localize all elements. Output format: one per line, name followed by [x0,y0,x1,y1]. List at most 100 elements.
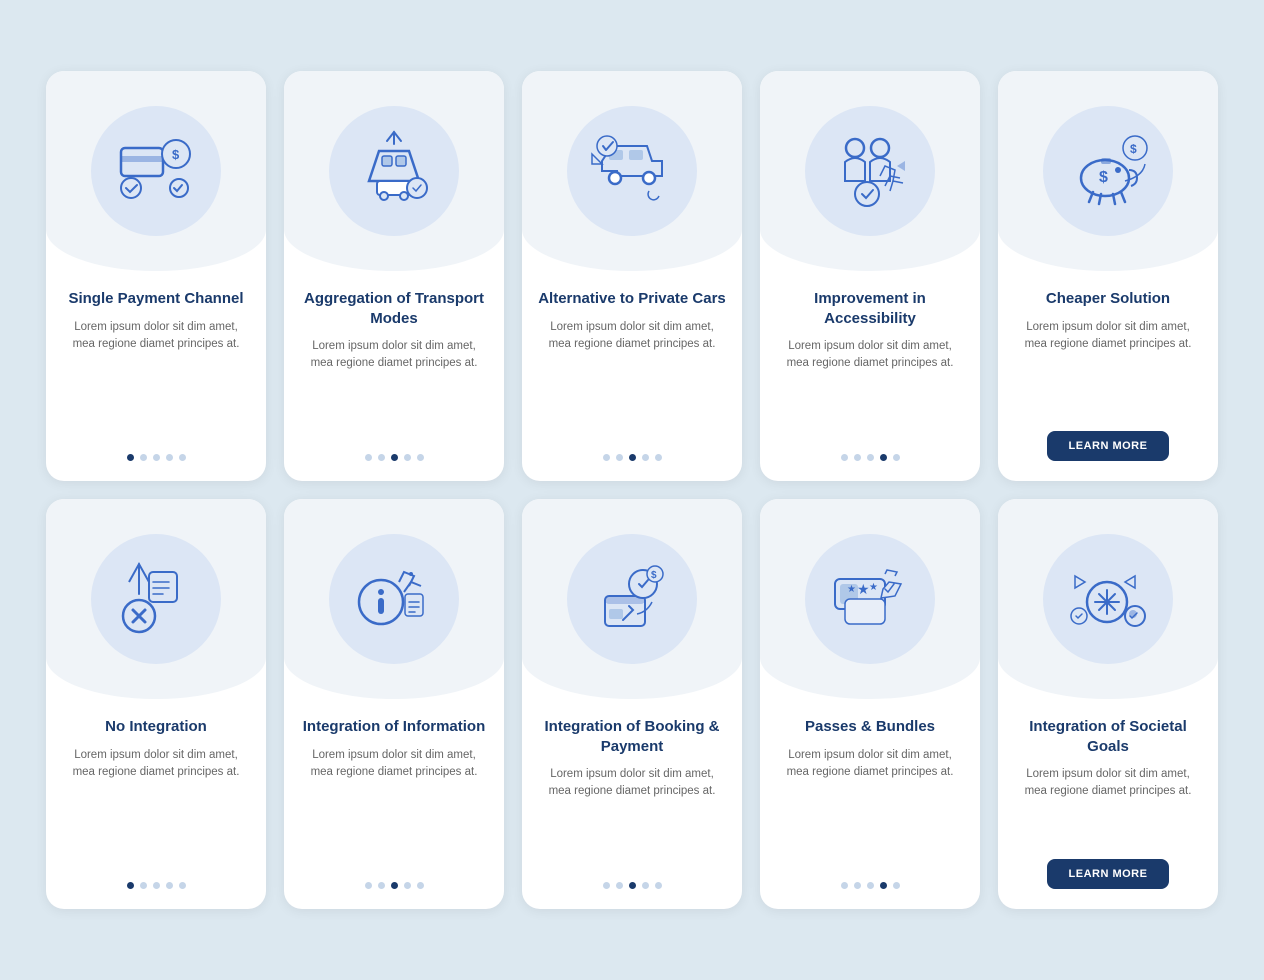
card-dots [365,454,424,461]
dot-4 [417,882,424,889]
dot-3 [404,454,411,461]
dot-0 [365,454,372,461]
societal-icon [1063,554,1153,644]
dot-1 [378,454,385,461]
dot-3 [166,882,173,889]
dot-4 [655,454,662,461]
card-title: Aggregation of Transport Modes [284,289,504,328]
dot-0 [603,454,610,461]
card-title: Integration of Information [287,717,501,737]
svg-text:$: $ [651,570,657,581]
dot-3 [642,454,649,461]
dot-2 [153,454,160,461]
card-dots [127,882,186,889]
card-improvement-accessibility: Improvement in Accessibility Lorem ipsum… [760,71,980,481]
card-icon-area: $ [522,499,742,699]
dot-4 [179,882,186,889]
dot-0 [841,454,848,461]
dot-2 [153,882,160,889]
piggy-icon: $ $ [1063,126,1153,216]
card-icon-area [284,71,504,271]
card-cheaper-solution: $ $ Cheaper Solution Lorem ipsum dolor s… [998,71,1218,481]
dot-2 [391,882,398,889]
card-single-payment: $ Single Payment Channel Lorem ipsum dol… [46,71,266,481]
booking-icon: $ [587,554,677,644]
card-aggregation-transport: Aggregation of Transport Modes Lorem ips… [284,71,504,481]
dot-3 [880,882,887,889]
svg-text:$: $ [172,147,180,162]
card-icon-area [46,499,266,699]
dot-1 [616,882,623,889]
nointegration-icon [111,554,201,644]
card-grid: $ Single Payment Channel Lorem ipsum dol… [46,71,1218,909]
dot-1 [140,454,147,461]
passes-icon: ★ ★ ★ [825,554,915,644]
dot-1 [140,882,147,889]
card-body: Lorem ipsum dolor sit dim amet, mea regi… [522,766,742,868]
payment-icon: $ [111,126,201,216]
card-dots [127,454,186,461]
card-integration-information: Integration of Information Lorem ipsum d… [284,499,504,909]
card-title: No Integration [89,717,223,737]
card-title: Integration of Booking & Payment [522,717,742,756]
dot-3 [166,454,173,461]
card-dots [841,454,900,461]
card-body: Lorem ipsum dolor sit dim amet, mea regi… [998,766,1218,845]
dot-2 [867,454,874,461]
learn-more-button[interactable]: LEARN MORE [1047,859,1170,889]
transport-icon [349,126,439,216]
svg-text:★: ★ [847,584,856,595]
dot-2 [867,882,874,889]
dot-0 [365,882,372,889]
info-icon [349,554,439,644]
card-icon-area [284,499,504,699]
card-icon-area: $ [46,71,266,271]
card-title: Single Payment Channel [52,289,259,309]
dot-0 [603,882,610,889]
card-dots [603,454,662,461]
svg-text:$: $ [1099,169,1108,186]
card-body: Lorem ipsum dolor sit dim amet, mea regi… [760,747,980,869]
dot-4 [655,882,662,889]
dot-1 [378,882,385,889]
dot-4 [179,454,186,461]
card-dots [841,882,900,889]
card-title: Alternative to Private Cars [522,289,742,309]
card-body: Lorem ipsum dolor sit dim amet, mea regi… [760,338,980,440]
learn-more-button[interactable]: LEARN MORE [1047,431,1170,461]
card-body: Lorem ipsum dolor sit dim amet, mea regi… [998,319,1218,418]
card-title: Passes & Bundles [789,717,951,737]
dot-3 [880,454,887,461]
dot-1 [854,454,861,461]
dot-0 [127,454,134,461]
dot-1 [854,882,861,889]
dot-2 [391,454,398,461]
card-title: Integration of Societal Goals [998,717,1218,756]
dot-0 [127,882,134,889]
dot-0 [841,882,848,889]
card-body: Lorem ipsum dolor sit dim amet, mea regi… [522,319,742,441]
dot-3 [642,882,649,889]
card-icon-area: ★ ★ ★ [760,499,980,699]
card-title: Cheaper Solution [1030,289,1186,309]
card-icon-area [760,71,980,271]
card-body: Lorem ipsum dolor sit dim amet, mea regi… [46,319,266,441]
card-passes-bundles: ★ ★ ★ Passes & Bundles Lorem ipsum dolor… [760,499,980,909]
card-body: Lorem ipsum dolor sit dim amet, mea regi… [284,747,504,869]
card-icon-area: $ $ [998,71,1218,271]
card-body: Lorem ipsum dolor sit dim amet, mea regi… [284,338,504,440]
card-integration-societal: Integration of Societal Goals Lorem ipsu… [998,499,1218,909]
card-body: Lorem ipsum dolor sit dim amet, mea regi… [46,747,266,869]
card-integration-booking: $ Integration of Booking & Payment Lorem… [522,499,742,909]
card-dots [603,882,662,889]
accessibility-icon [825,126,915,216]
card-no-integration: No Integration Lorem ipsum dolor sit dim… [46,499,266,909]
svg-text:★: ★ [869,582,878,593]
dot-2 [629,882,636,889]
card-icon-area [522,71,742,271]
svg-text:$: $ [1130,142,1137,156]
card-icon-area [998,499,1218,699]
card-dots [365,882,424,889]
dot-1 [616,454,623,461]
dot-2 [629,454,636,461]
